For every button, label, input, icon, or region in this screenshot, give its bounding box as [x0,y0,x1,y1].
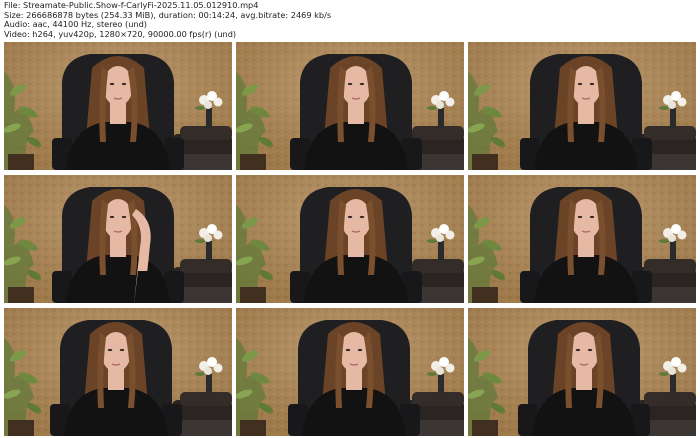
video-frame-thumbnail [4,175,232,303]
audio-info-line: Audio: aac, 44100 Hz, stereo (und) [4,20,147,30]
video-frame-thumbnail [236,175,464,303]
sheet-info-header: File: Streamate-Public.Show-f-CarlyFi-20… [4,1,694,39]
video-frame-thumbnail [236,308,464,436]
video-frame-thumbnail [236,42,464,170]
video-info-line: Video: h264, yuv420p, 1280×720, 90000.00… [4,29,237,39]
video-frame-thumbnail [4,308,232,436]
video-frame-thumbnail [4,42,232,170]
file-size-line: Size: 266686878 bytes (254.33 MiB), dura… [4,10,332,20]
file-name-line: File: Streamate-Public.Show-f-CarlyFi-20… [4,1,259,10]
thumbnail-grid [4,42,696,436]
video-frame-thumbnail [468,42,696,170]
video-frame-thumbnail [468,175,696,303]
video-frame-thumbnail [468,308,696,436]
